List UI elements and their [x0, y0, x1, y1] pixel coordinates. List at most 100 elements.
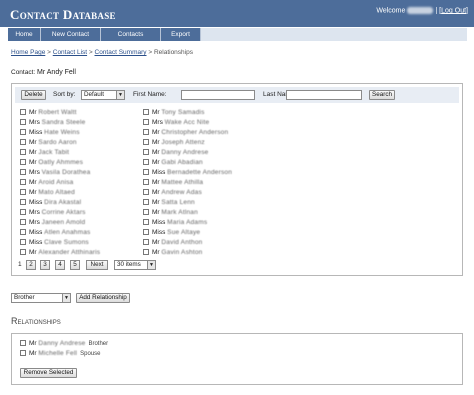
row-checkbox[interactable]: [143, 169, 149, 175]
list-item[interactable]: Mr Aroid Anisa: [20, 178, 74, 188]
breadcrumb-contact-list[interactable]: Contact List: [53, 49, 87, 56]
row-checkbox[interactable]: [20, 149, 26, 155]
relationship-type-select[interactable]: Brother ▼: [11, 293, 71, 303]
row-checkbox[interactable]: [143, 199, 149, 205]
list-item[interactable]: Mr David Anthon: [143, 238, 202, 248]
row-checkbox[interactable]: [143, 119, 149, 125]
items-per-page-value: 30 items: [117, 261, 141, 268]
row-checkbox[interactable]: [20, 189, 26, 195]
relationships-panel: Mr Danny Andrese Brother Mr Michelle Fell…: [11, 333, 463, 385]
row-checkbox[interactable]: [20, 179, 26, 185]
breadcrumb-current: Relationships: [153, 49, 193, 56]
list-item[interactable]: Mrs Sandra Steele: [20, 118, 85, 128]
list-item[interactable]: Mr Mattee Athilla: [143, 178, 203, 188]
list-item[interactable]: Mr Sardo Aaron: [20, 138, 77, 148]
row-checkbox[interactable]: [20, 239, 26, 245]
list-item[interactable]: Mrs Corrine Aktars: [20, 208, 86, 218]
row-checkbox[interactable]: [143, 239, 149, 245]
list-item[interactable]: Mr Danny Andrese: [143, 148, 208, 158]
relationship-type-value: Brother: [14, 294, 35, 301]
row-checkbox[interactable]: [20, 219, 26, 225]
add-relationship-button[interactable]: Add Relationship: [76, 293, 130, 303]
row-checkbox[interactable]: [20, 209, 26, 215]
list-item[interactable]: Mr Mark Atlnan: [143, 208, 198, 218]
breadcrumb-sep: >: [148, 49, 153, 56]
page-button-5[interactable]: 5: [70, 260, 80, 270]
relationships-heading: Relationships: [11, 316, 61, 326]
list-item[interactable]: Mr Robert Waltt: [20, 108, 77, 118]
chevron-down-icon: ▼: [116, 91, 124, 99]
list-item[interactable]: Mr Satta Lenn: [143, 198, 195, 208]
welcome-label: Welcome: [376, 7, 406, 15]
row-checkbox[interactable]: [20, 139, 26, 145]
list-item[interactable]: Mrs Wake Acc Nite: [143, 118, 209, 128]
row-checkbox[interactable]: [143, 229, 149, 235]
row-checkbox[interactable]: [20, 109, 26, 115]
nav-export[interactable]: Export: [161, 28, 201, 41]
contacts-toolbar: Delete Sort by: Default ▼ First Name: La…: [15, 87, 459, 103]
row-checkbox[interactable]: [143, 109, 149, 115]
next-button[interactable]: Next: [86, 260, 108, 270]
page-button-4[interactable]: 4: [55, 260, 65, 270]
list-item[interactable]: Miss Dira Akastal: [20, 198, 81, 208]
row-checkbox[interactable]: [20, 249, 26, 255]
row-checkbox[interactable]: [143, 129, 149, 135]
row-checkbox[interactable]: [143, 159, 149, 165]
search-button[interactable]: Search: [369, 90, 395, 100]
list-item[interactable]: Mr Tony Samadis: [143, 108, 205, 118]
logout-link[interactable]: Log Out: [441, 7, 466, 14]
sort-select[interactable]: Default ▼: [81, 90, 125, 100]
list-item[interactable]: Mr Mato Altaed: [20, 188, 75, 198]
list-item[interactable]: Mr Joseph Attenz: [143, 138, 205, 148]
nav-home[interactable]: Home: [8, 28, 41, 41]
row-checkbox[interactable]: [143, 249, 149, 255]
list-item[interactable]: Miss Clave Sumons: [20, 238, 89, 248]
list-item[interactable]: Miss Sue Altaye: [143, 228, 200, 238]
row-checkbox[interactable]: [20, 350, 26, 356]
delete-button[interactable]: Delete: [21, 90, 46, 100]
last-name-input[interactable]: [286, 90, 362, 100]
row-checkbox[interactable]: [20, 229, 26, 235]
page-button-3[interactable]: 3: [40, 260, 50, 270]
list-item[interactable]: Miss Maria Adams: [143, 218, 207, 228]
row-checkbox[interactable]: [20, 199, 26, 205]
row-checkbox[interactable]: [143, 139, 149, 145]
row-checkbox[interactable]: [143, 219, 149, 225]
row-checkbox[interactable]: [20, 340, 26, 346]
list-item[interactable]: Mr Oatly Ahmmes: [20, 158, 83, 168]
nav-new-contact[interactable]: New Contact: [41, 28, 101, 41]
row-checkbox[interactable]: [143, 209, 149, 215]
list-item[interactable]: Miss Bernadette Anderson: [143, 168, 232, 178]
contact-name: Mr Andy Fell: [37, 69, 76, 76]
list-item[interactable]: Mr Alexander Atthinaris: [20, 248, 100, 258]
breadcrumb-home[interactable]: Home Page: [11, 49, 45, 56]
remove-selected-button[interactable]: Remove Selected: [20, 368, 77, 378]
list-item[interactable]: Mr Andrew Adas: [143, 188, 202, 198]
list-item[interactable]: Miss Atlen Anahmas: [20, 228, 91, 238]
row-checkbox[interactable]: [20, 119, 26, 125]
row-checkbox[interactable]: [143, 189, 149, 195]
list-item[interactable]: Mr Gavin Ashton: [143, 248, 202, 258]
page-button-2[interactable]: 2: [26, 260, 36, 270]
relationship-item[interactable]: Mr Michelle Fell Spouse: [20, 349, 101, 359]
breadcrumb-sep: >: [88, 49, 93, 56]
list-item[interactable]: Mr Gabi Abadian: [143, 158, 203, 168]
nav-contacts[interactable]: Contacts: [101, 28, 161, 41]
list-item[interactable]: Mr Jack Tabit: [20, 148, 69, 158]
breadcrumb-contact-summary[interactable]: Contact Summary: [95, 49, 147, 56]
top-header: Contact Database Welcome | [Log Out]: [0, 0, 474, 27]
relationship-item[interactable]: Mr Danny Andrese Brother: [20, 339, 108, 349]
row-checkbox[interactable]: [143, 149, 149, 155]
first-name-input[interactable]: [181, 90, 255, 100]
app-title: Contact Database: [10, 7, 116, 22]
items-per-page-select[interactable]: 30 items ▼: [114, 260, 156, 270]
row-checkbox[interactable]: [20, 129, 26, 135]
row-checkbox[interactable]: [20, 159, 26, 165]
list-item[interactable]: Mrs Vasila Dorathea: [20, 168, 90, 178]
list-item[interactable]: Mrs Janeen Amold: [20, 218, 85, 228]
page-current: 1: [18, 261, 22, 268]
list-item[interactable]: Mr Christopher Anderson: [143, 128, 228, 138]
list-item[interactable]: Miss Hate Weins: [20, 128, 80, 138]
row-checkbox[interactable]: [143, 179, 149, 185]
row-checkbox[interactable]: [20, 169, 26, 175]
